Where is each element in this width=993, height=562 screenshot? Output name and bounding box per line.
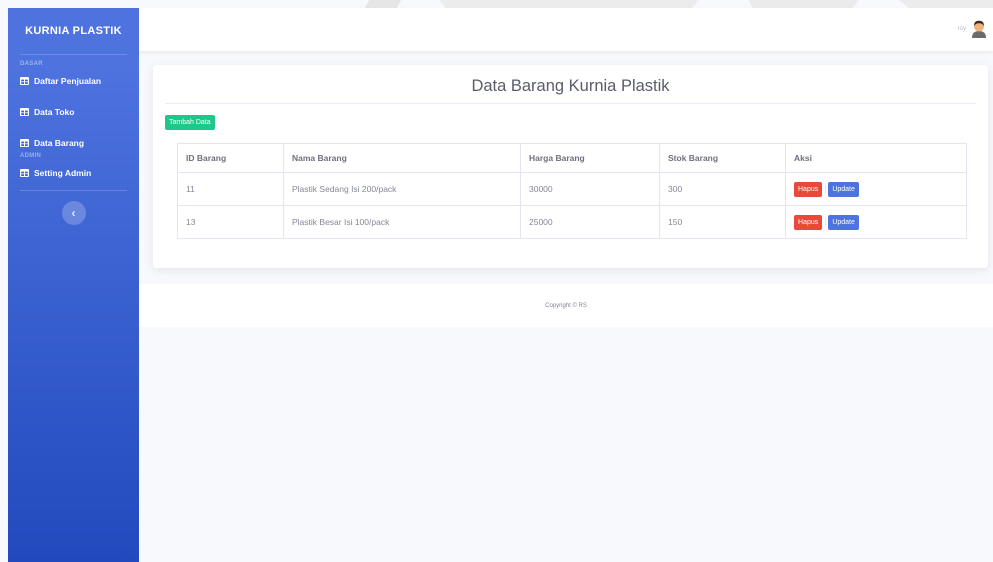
data-barang-card: Data Barang Kurnia Plastik Tambah Data I… [153,65,988,268]
cell-stok: 300 [659,172,786,206]
footer: Copyright © RS [139,284,993,327]
table-icon [20,108,29,116]
hapus-button[interactable]: Hapus [794,181,823,197]
table-row: 13 Plastik Besar Isi 100/pack 25000 150 … [177,205,967,239]
action-separator: | [824,183,827,193]
title-divider [165,103,976,104]
column-header-nama: Nama Barang [283,143,521,173]
column-header-aksi: Aksi [785,143,967,173]
cell-stok: 150 [659,205,786,239]
action-separator: | [824,216,827,226]
sidebar-divider [20,54,127,55]
table-row: 11 Plastik Sedang Isi 200/pack 30000 300… [177,172,967,206]
update-button[interactable]: Update [828,181,859,197]
cell-nama: Plastik Besar Isi 100/pack [283,205,521,239]
cell-harga: 25000 [520,205,660,239]
chevron-left-icon: ‹ [71,206,76,220]
cell-aksi: Hapus | Update [785,205,967,239]
sidebar: KURNIA PLASTIK DASAR Daftar Penjualan Da… [8,8,139,562]
copyright-text: Copyright © RS [545,303,587,309]
sidebar-heading-dasar: DASAR [20,61,43,67]
column-header-stok: Stok Barang [659,143,786,173]
column-header-id: ID Barang [177,143,284,173]
user-menu[interactable]: roy [958,20,987,38]
table-icon [20,77,29,85]
cell-id: 13 [177,205,284,239]
sidebar-heading-admin: ADMIN [20,153,42,159]
add-data-button[interactable]: Tambah Data [165,115,215,130]
sidebar-item-data-barang[interactable]: Data Barang [8,133,139,153]
cell-aksi: Hapus | Update [785,172,967,206]
user-name: roy [957,26,966,32]
table-icon [20,139,29,147]
hapus-button[interactable]: Hapus [794,214,823,230]
sidebar-item-label: Data Barang [34,138,85,148]
cell-nama: Plastik Sedang Isi 200/pack [283,172,521,206]
sidebar-brand[interactable]: KURNIA PLASTIK [8,8,139,54]
update-button[interactable]: Update [828,214,859,230]
sidebar-item-daftar-penjualan[interactable]: Daftar Penjualan [8,71,139,91]
column-header-harga: Harga Barang [520,143,660,173]
cell-id: 11 [177,172,284,206]
sidebar-divider [20,190,127,191]
topbar: roy [139,8,993,51]
user-avatar-icon [972,20,986,38]
sidebar-item-setting-admin[interactable]: Setting Admin [8,163,139,183]
sidebar-item-label: Setting Admin [34,168,92,178]
sidebar-item-label: Data Toko [34,107,75,117]
sidebar-toggle-button[interactable]: ‹ [61,201,86,225]
sidebar-item-data-toko[interactable]: Data Toko [8,102,139,122]
table-header-row: ID Barang Nama Barang Harga Barang Stok … [177,143,967,173]
sidebar-item-label: Daftar Penjualan [34,76,102,86]
cell-harga: 30000 [520,172,660,206]
page-title: Data Barang Kurnia Plastik [471,77,670,95]
table-icon [20,169,29,177]
barang-table: ID Barang Nama Barang Harga Barang Stok … [177,143,967,239]
